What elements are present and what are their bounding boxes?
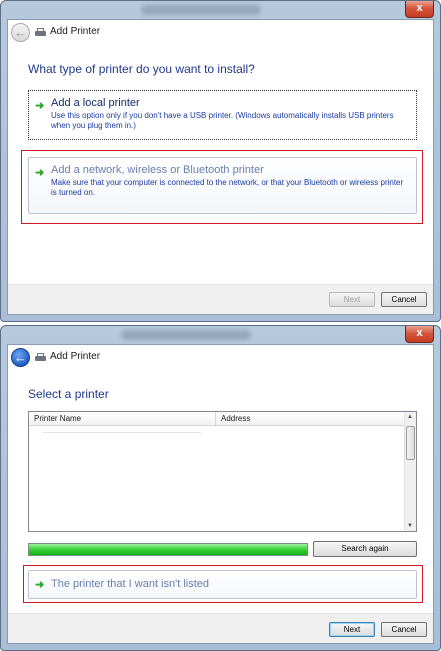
column-header-printer-name[interactable]: Printer Name [34,414,81,423]
back-arrow-icon[interactable]: ← [11,23,30,42]
wizard-nav-bar: ← Add Printer [8,20,433,46]
next-button[interactable]: Next [329,292,375,307]
wizard-client-area: ← Add Printer Select a printer Printer N… [7,344,434,644]
cancel-button[interactable]: Cancel [381,622,427,637]
add-network-printer-option[interactable]: ➜ Add a network, wireless or Bluetooth p… [28,157,417,214]
printer-icon [35,28,46,37]
green-arrow-icon: ➜ [35,579,45,591]
printer-icon [35,353,46,362]
scroll-up-icon[interactable]: ▲ [407,414,413,420]
search-again-button[interactable]: Search again [313,541,417,557]
close-icon: x [416,2,423,14]
wizard-nav-bar: ← Add Printer [8,345,433,371]
add-local-printer-option[interactable]: ➜ Add a local printer Use this option on… [28,90,417,140]
printer-list[interactable]: Printer Name Address ▲ ▼ [28,411,417,532]
wizard-client-area: ← Add Printer What type of printer do yo… [7,19,434,315]
faint-list-row [43,432,201,433]
search-progress-fill [29,544,307,555]
option-title: Add a network, wireless or Bluetooth pri… [51,164,264,176]
list-header: Printer Name Address [29,412,404,426]
wizard-footer: Next Cancel [8,284,433,314]
add-printer-window-select: x ← Add Printer Select a printer Printer… [0,325,441,651]
option-title: The printer that I want isn't listed [51,578,210,590]
green-arrow-icon: ➜ [35,167,45,179]
close-icon: x [416,327,423,339]
next-button[interactable]: Next [329,622,375,637]
wizard-footer: Next Cancel [8,613,433,643]
search-progress-bar [28,543,308,556]
page-heading: What type of printer do you want to inst… [28,62,255,76]
column-separator [215,412,216,426]
wizard-title: Add Printer [50,351,101,362]
cancel-button[interactable]: Cancel [381,292,427,307]
column-header-address[interactable]: Address [221,414,250,423]
option-title: Add a local printer [51,97,140,109]
wizard-title: Add Printer [50,26,101,37]
blurred-title-text [121,330,251,340]
printer-not-listed-option[interactable]: ➜ The printer that I want isn't listed [28,570,417,599]
add-printer-window-type: x ← Add Printer What type of printer do … [0,0,441,322]
close-button[interactable]: x [405,1,434,18]
option-description: Make sure that your computer is connecte… [51,178,404,197]
scroll-down-icon[interactable]: ▼ [407,523,413,529]
close-button[interactable]: x [405,326,434,343]
list-scrollbar[interactable]: ▲ ▼ [404,412,416,531]
back-arrow-icon[interactable]: ← [11,348,30,367]
scroll-thumb[interactable] [406,426,415,460]
blurred-title-text [141,5,261,15]
page-heading: Select a printer [28,387,109,401]
green-arrow-icon: ➜ [35,100,45,112]
option-description: Use this option only if you don't have a… [51,111,394,130]
